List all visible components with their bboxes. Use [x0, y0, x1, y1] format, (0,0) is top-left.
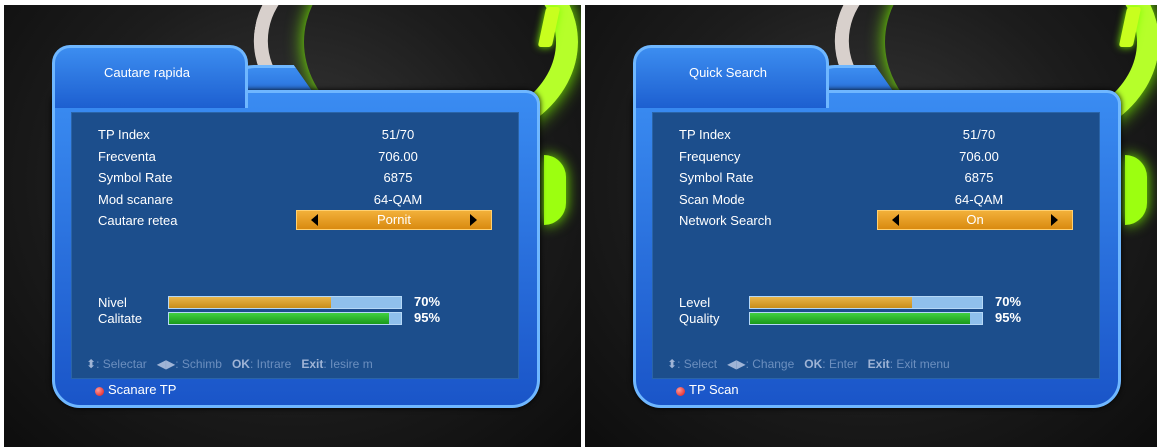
level-bar [749, 296, 983, 309]
row-label-tp-index: TP Index [679, 127, 731, 142]
row-label-tp-index: TP Index [98, 127, 150, 142]
background-glow [544, 155, 566, 225]
row-label-network-search: Cautare retea [98, 213, 178, 228]
row-label-frequency: Frequency [679, 149, 741, 164]
row-value-frequency: 706.00 [378, 149, 418, 164]
left-right-arrows-icon: ◀▶ [727, 357, 746, 371]
help-change: : Change [745, 357, 795, 371]
row-value-frequency: 706.00 [959, 149, 999, 164]
level-percent: 70% [414, 294, 441, 309]
screen-left: Cautare rapida TP Index 51/70 Frecventa … [4, 5, 581, 447]
network-search-value: On [966, 212, 984, 227]
row-label-symbol-rate: Symbol Rate [98, 170, 173, 185]
left-arrow-icon[interactable] [892, 214, 899, 226]
help-exit-key: Exit [867, 357, 890, 371]
row-label-scan-mode: Mod scanare [98, 192, 174, 207]
help-ok-key: OK [804, 357, 823, 371]
left-arrow-icon[interactable] [311, 214, 318, 226]
left-right-arrows-icon: ◀▶ [156, 357, 176, 371]
row-value-tp-index: 51/70 [962, 127, 996, 142]
network-search-selector[interactable]: On [877, 210, 1073, 230]
background-glow [1125, 155, 1147, 225]
quality-percent: 95% [414, 310, 441, 325]
row-label-frequency: Frecventa [98, 149, 156, 164]
dialog-title: Quick Search [688, 65, 768, 80]
help-exit: : Iesire m [323, 357, 373, 371]
record-dot-icon [95, 387, 104, 396]
quality-bar-fill [169, 313, 390, 324]
network-search-value: Pornit [377, 212, 411, 227]
up-down-arrows-icon: ⬍ [667, 357, 678, 371]
record-dot-icon [676, 387, 685, 396]
help-exit: : Exit menu [889, 357, 950, 371]
help-select: : Select [677, 357, 718, 371]
help-ok: : Intrare [249, 357, 292, 371]
row-value-symbol-rate: 6875 [964, 170, 994, 185]
help-ok: : Enter [822, 357, 858, 371]
footer-scan-tp[interactable]: Scanare TP [108, 382, 176, 397]
row-label-network-search: Network Search [679, 213, 772, 228]
right-arrow-icon[interactable] [470, 214, 477, 226]
right-arrow-icon[interactable] [1051, 214, 1058, 226]
network-search-selector[interactable]: Pornit [296, 210, 492, 230]
level-bar [168, 296, 402, 309]
row-value-scan-mode: 64-QAM [373, 192, 423, 207]
help-bar: ⬍: Select ◀▶: Change OK: Enter Exit: Exi… [667, 357, 950, 371]
row-label-scan-mode: Scan Mode [679, 192, 745, 207]
help-select: : Selectar [96, 357, 147, 371]
quality-percent: 95% [995, 310, 1022, 325]
quality-bar [749, 312, 983, 325]
level-percent: 70% [995, 294, 1022, 309]
row-value-tp-index: 51/70 [381, 127, 415, 142]
help-exit-key: Exit [301, 357, 324, 371]
level-bar-fill [169, 297, 332, 308]
quality-label: Quality [679, 311, 720, 326]
row-value-scan-mode: 64-QAM [954, 192, 1004, 207]
help-change: : Schimb [175, 357, 222, 371]
footer-tp-scan[interactable]: TP Scan [689, 382, 739, 397]
up-down-arrows-icon: ⬍ [86, 357, 97, 371]
quality-bar [168, 312, 402, 325]
screen-right: Quick Search TP Index 51/70 Frequency 70… [585, 5, 1157, 447]
quality-label: Calitate [98, 311, 143, 326]
dialog-title: Cautare rapida [104, 65, 190, 80]
quality-bar-fill [750, 313, 971, 324]
row-label-symbol-rate: Symbol Rate [679, 170, 754, 185]
row-value-symbol-rate: 6875 [383, 170, 413, 185]
level-bar-fill [750, 297, 913, 308]
help-ok-key: OK [231, 357, 250, 371]
help-bar: ⬍: Selectar ◀▶: Schimb OK: Intrare Exit:… [86, 357, 373, 371]
